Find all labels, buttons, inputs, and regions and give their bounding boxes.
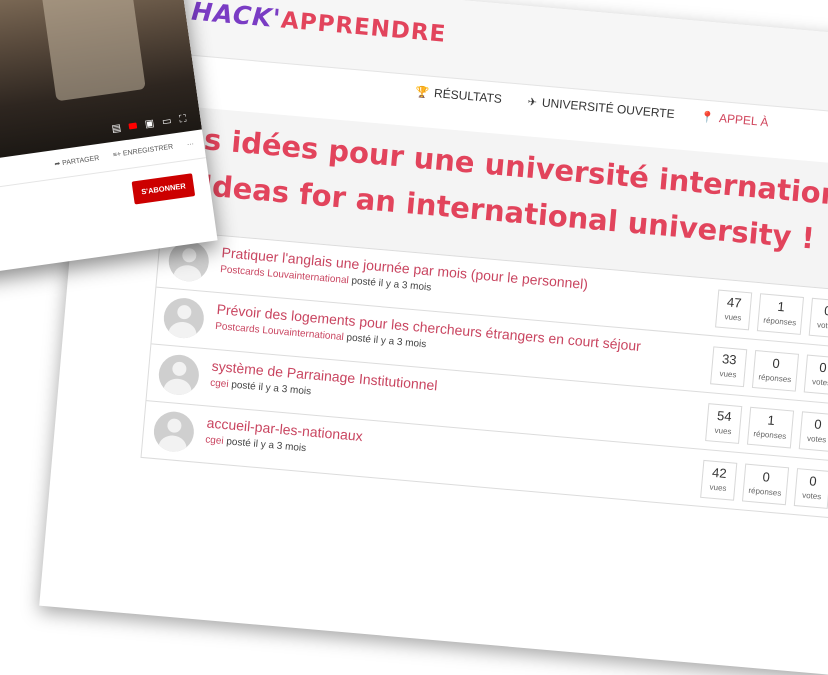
pin-icon: 📍 <box>699 110 715 125</box>
fullscreen-icon[interactable]: ⛶ <box>179 113 187 125</box>
logo-wordmark-part2: APPRENDRE <box>279 6 448 48</box>
votes-label: votes <box>806 433 827 445</box>
theater-icon[interactable]: ▭ <box>161 115 172 127</box>
votes-count: 0 votes <box>808 297 828 339</box>
more-button[interactable]: ··· <box>187 141 195 150</box>
views-count: 42 vues <box>700 459 738 501</box>
topic-stats: 42 vues 0 réponses 0 votes <box>700 459 828 509</box>
playlist-add-icon: ≡+ <box>112 150 122 159</box>
views-value: 42 <box>711 464 728 481</box>
replies-label: réponses <box>758 372 792 385</box>
views-label: vues <box>709 482 727 494</box>
votes-value: 0 <box>823 302 828 319</box>
views-count: 33 vues <box>710 346 748 388</box>
replies-count: 0 réponses <box>741 463 790 506</box>
trophy-icon: 🏆 <box>414 85 430 100</box>
settings-icon[interactable] <box>128 122 138 130</box>
topic-posted: posté il y a 3 mois <box>350 275 432 294</box>
replies-value: 1 <box>766 412 776 428</box>
replies-count: 0 réponses <box>751 349 800 392</box>
replies-value: 1 <box>776 298 786 315</box>
replies-label: réponses <box>762 315 797 328</box>
replies-value: 0 <box>761 469 771 485</box>
replies-count: 1 réponses <box>746 406 795 449</box>
nav-results[interactable]: 🏆 RÉSULTATS <box>415 84 503 106</box>
views-label: vues <box>724 312 742 323</box>
topic-stats: 47 vues 1 réponses 0 votes <box>715 289 828 339</box>
logo-wordmark-part1: HACK' <box>190 0 283 33</box>
avatar <box>157 353 201 397</box>
share-icon: ➦ <box>54 160 61 169</box>
views-value: 33 <box>721 351 738 368</box>
avatar <box>152 409 196 454</box>
video-frame-content <box>34 0 146 102</box>
votes-count: 0 votes <box>803 354 828 396</box>
topic-posted: posté il y a 3 mois <box>346 332 427 351</box>
views-value: 54 <box>716 407 733 425</box>
topic-stats: 54 vues 1 réponses 0 votes <box>705 403 828 453</box>
views-label: vues <box>719 368 737 380</box>
miniplayer-icon[interactable]: ▣ <box>144 118 155 130</box>
subtitles-icon[interactable]: ▤ <box>111 122 122 134</box>
save-button[interactable]: ≡+ ENREGISTRER <box>113 144 174 160</box>
votes-value: 0 <box>813 416 823 433</box>
views-count: 47 vues <box>715 289 753 331</box>
nav-results-label: RÉSULTATS <box>433 86 503 106</box>
votes-label: votes <box>811 377 828 388</box>
avatar <box>162 296 206 340</box>
nav-call[interactable]: 📍 APPEL À <box>700 109 769 129</box>
replies-label: réponses <box>748 485 782 498</box>
views-label: vues <box>714 425 732 437</box>
save-label: ENREGISTRER <box>122 143 174 158</box>
subscribe-button[interactable]: S'ABONNER <box>131 173 196 205</box>
plane-icon: ✈ <box>527 95 538 109</box>
topic-posted: posté il y a 3 mois <box>225 436 307 455</box>
votes-count: 0 votes <box>793 468 828 509</box>
replies-count: 1 réponses <box>756 293 805 335</box>
youtube-window: ▤ ▣ ▭ ⛶ ➦ PARTAGER ≡+ ENREGISTRER ··· S'… <box>0 0 218 277</box>
share-label: PARTAGER <box>61 155 100 168</box>
nav-open-university-label: UNIVERSITÉ OUVERTE <box>541 95 676 122</box>
topic-author-link[interactable]: cgei <box>205 434 224 447</box>
views-count: 54 vues <box>705 403 743 444</box>
share-button[interactable]: ➦ PARTAGER <box>54 154 100 168</box>
nav-open-university[interactable]: ✈ UNIVERSITÉ OUVERTE <box>527 94 675 121</box>
views-value: 47 <box>726 294 743 311</box>
votes-label: votes <box>801 490 822 502</box>
votes-value: 0 <box>808 473 818 489</box>
votes-value: 0 <box>818 359 828 376</box>
topic-stats: 33 vues 0 réponses 0 votes <box>710 346 828 396</box>
replies-value: 0 <box>771 355 781 372</box>
topic-author-link[interactable]: cgei <box>210 378 229 391</box>
votes-label: votes <box>816 320 828 331</box>
replies-label: réponses <box>753 429 787 442</box>
topic-posted: posté il y a 3 mois <box>230 379 312 398</box>
votes-count: 0 votes <box>798 411 828 453</box>
nav-call-label: APPEL À <box>718 110 770 130</box>
